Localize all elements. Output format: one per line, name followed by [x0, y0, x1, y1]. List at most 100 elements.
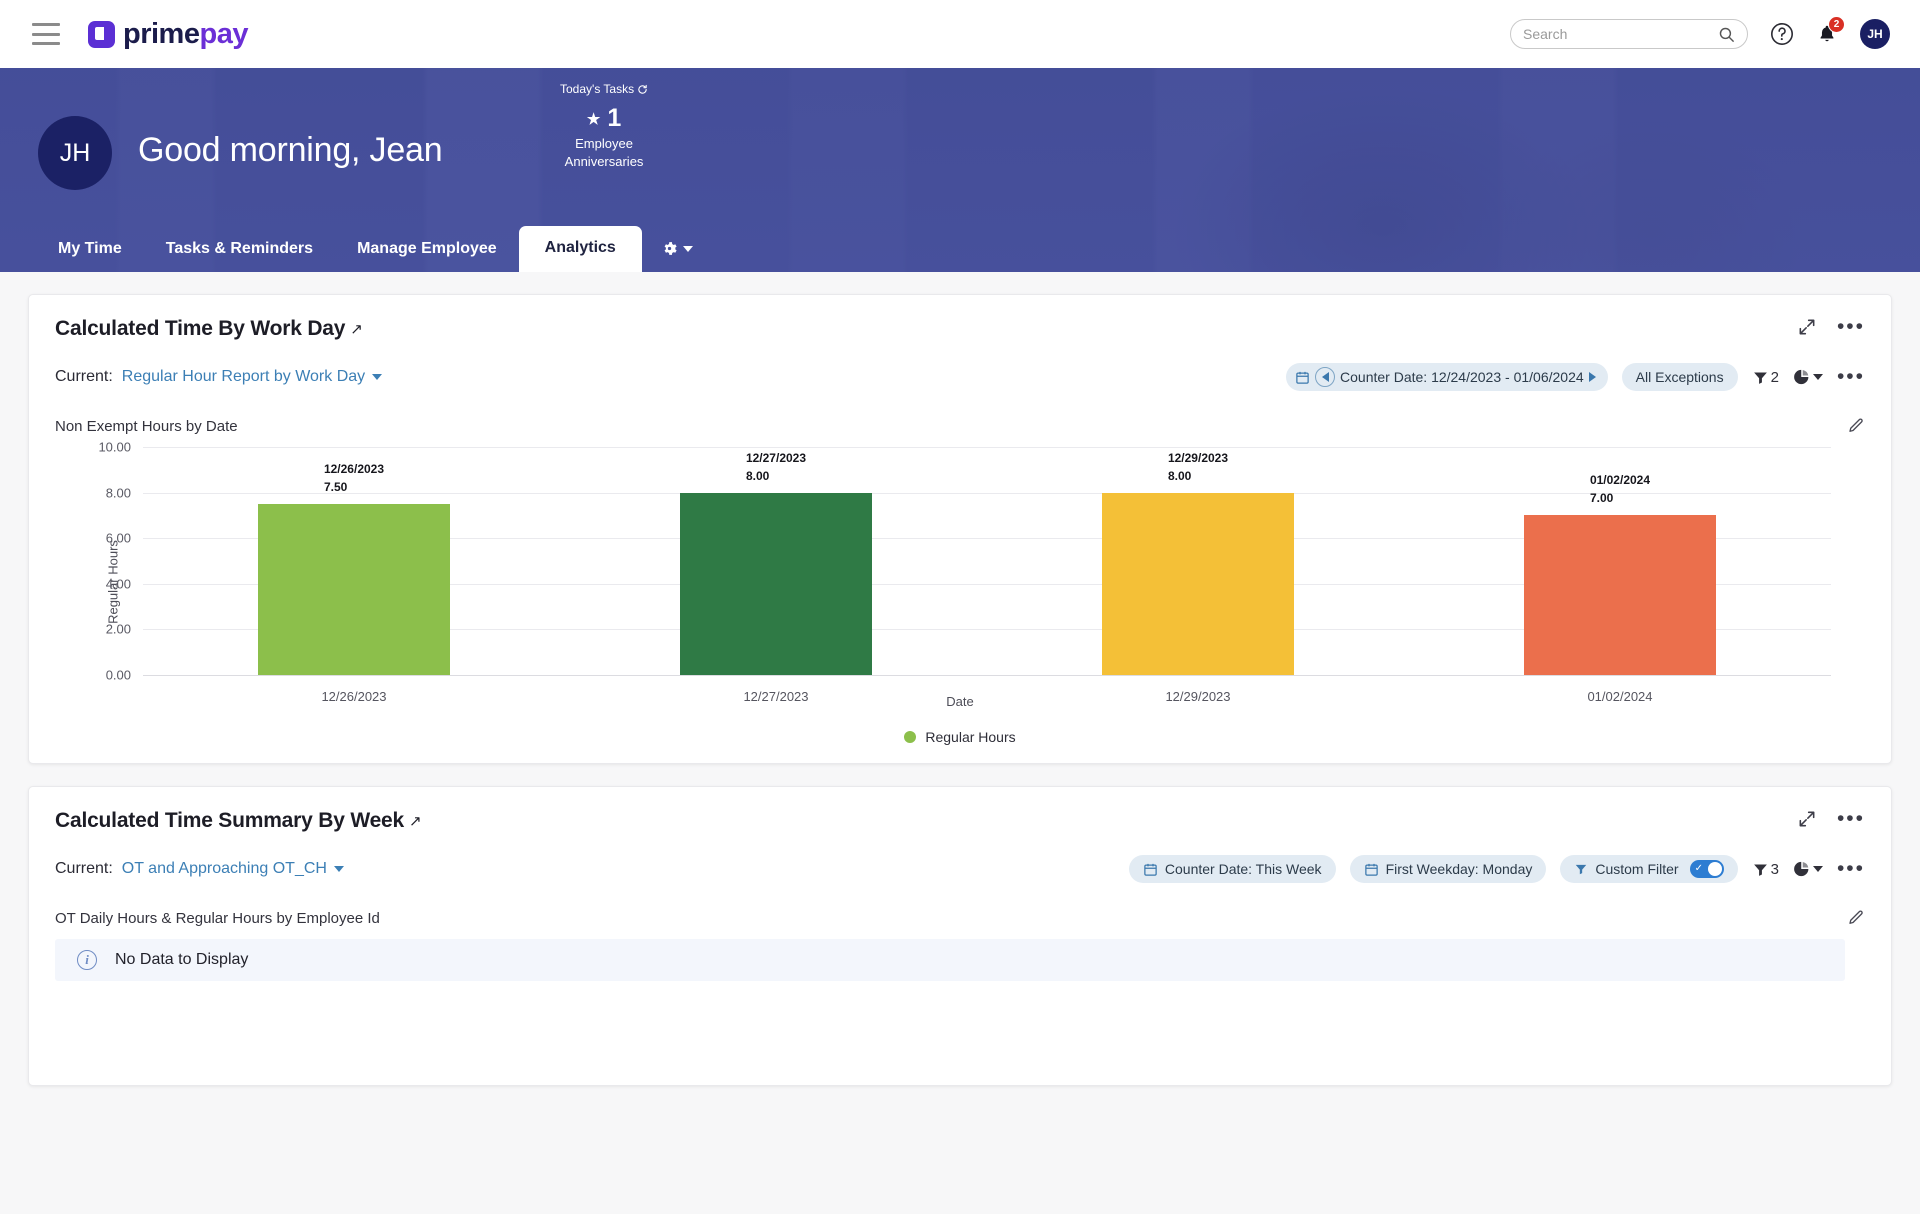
anniversaries-label: Employee Anniversaries: [560, 135, 648, 170]
help-icon[interactable]: [1770, 22, 1794, 46]
calendar-icon: [1364, 863, 1378, 876]
card2-header: Calculated Time Summary By Week ↗ •••: [55, 808, 1865, 833]
chart-legend: Regular Hours: [55, 729, 1865, 745]
edit-pencil-icon[interactable]: [1847, 909, 1865, 927]
card1-report-selector[interactable]: Regular Hour Report by Work Day: [121, 368, 383, 386]
tab-manage-employee[interactable]: Manage Employee: [335, 228, 519, 272]
card2-report-name: OT and Approaching OT_CH: [121, 860, 327, 877]
anniversaries-label-line1: Employee: [575, 136, 633, 151]
card2-chart-subtitle: OT Daily Hours & Regular Hours by Employ…: [55, 909, 380, 927]
card1-filter-count: 2: [1770, 368, 1779, 386]
info-icon: i: [77, 950, 97, 970]
calendar-icon: [1296, 371, 1309, 384]
chart-gridline: 0.00: [106, 668, 1831, 683]
filter-icon: [1753, 864, 1767, 876]
card2-custom-filter-chip[interactable]: Custom Filter ✓: [1560, 855, 1738, 883]
brand-secondary-text: pay: [199, 17, 248, 50]
gear-icon: [664, 242, 677, 255]
card1-report-name: Regular Hour Report by Work Day: [121, 368, 366, 385]
notification-badge: 2: [1828, 16, 1845, 33]
topbar-actions: 2 JH: [1510, 16, 1898, 49]
custom-filter-toggle[interactable]: ✓: [1689, 860, 1724, 878]
card1-toolbar-more-icon[interactable]: •••: [1837, 366, 1865, 387]
card1-current-label: Current:: [55, 368, 113, 385]
card1-all-exceptions-chip[interactable]: All Exceptions: [1621, 363, 1738, 391]
card1-chart-subtitle: Non Exempt Hours by Date: [55, 417, 238, 435]
todays-tasks-title: Today's Tasks: [560, 82, 648, 96]
chart-bar[interactable]: 12/29/2023 8.00 12/29/2023: [1101, 451, 1294, 704]
chart-y-tick-label: 10.00: [98, 439, 131, 455]
search-input[interactable]: [1523, 26, 1718, 42]
chevron-down-icon: [1812, 374, 1823, 380]
card1-chart-header: Non Exempt Hours by Date: [55, 417, 1865, 435]
card2-custom-filter-text: Custom Filter: [1595, 861, 1679, 877]
chevron-down-icon: [1812, 866, 1823, 872]
card2-current-label: Current:: [55, 860, 113, 877]
hamburger-menu-icon[interactable]: [32, 23, 60, 45]
chart-y-tick-label: 6.00: [105, 530, 131, 546]
chevron-down-icon: [372, 374, 383, 380]
expand-icon[interactable]: [1797, 809, 1817, 829]
tab-my-time[interactable]: My Time: [36, 228, 144, 272]
search-box[interactable]: [1510, 19, 1748, 49]
next-period-button[interactable]: [1588, 372, 1596, 382]
primepay-logo[interactable]: primepay: [88, 18, 248, 51]
primepay-wordmark: primepay: [123, 18, 248, 51]
card2-chart-type-button[interactable]: [1793, 860, 1823, 878]
chart-bar[interactable]: 01/02/2024 7.00 01/02/2024: [1523, 473, 1716, 704]
card2-title: Calculated Time Summary By Week ↗: [55, 809, 422, 833]
legend-color-swatch: [904, 731, 917, 743]
todays-tasks-widget[interactable]: Today's Tasks ★ 1 Employee Anniversaries: [560, 82, 648, 170]
card1-counter-date-chip[interactable]: Counter Date: 12/24/2023 - 01/06/2024: [1286, 363, 1608, 391]
no-data-banner: i No Data to Display: [55, 939, 1845, 981]
check-icon: ✓: [1694, 863, 1703, 874]
chart-plot-area: 0.00 2.00 4.00 6.00 8.00 10.00 12/26/2023 7.50 1…: [98, 440, 1831, 704]
non-exempt-hours-bar-chart: Regular Hours 0.00 2.00 4.00 6.00 8.00 10.00 1…: [55, 440, 1865, 717]
card1-filter-button[interactable]: 2: [1752, 369, 1779, 386]
tab-settings-menu[interactable]: [642, 227, 711, 272]
card2-chart-header: OT Daily Hours & Regular Hours by Employ…: [55, 909, 1865, 927]
edit-pencil-icon[interactable]: [1847, 417, 1865, 435]
card1-date-range-text: Counter Date: 12/24/2023 - 01/06/2024: [1340, 369, 1584, 385]
card1-subheader: Current: Regular Hour Report by Work Day…: [55, 363, 1865, 391]
top-navigation-bar: primepay 2 JH: [0, 0, 1920, 68]
chart-bar-value-label: 12/27/2023 8.00: [745, 450, 807, 483]
card1-filter-toolbar: Counter Date: 12/24/2023 - 01/06/2024 Al…: [1286, 363, 1865, 391]
card2-first-weekday-chip[interactable]: First Weekday: Monday: [1349, 855, 1547, 883]
anniversaries-count: 1: [607, 104, 622, 132]
hero-avatar: JH: [38, 116, 112, 190]
pie-chart-icon: [1794, 369, 1809, 385]
chevron-down-icon: [333, 866, 344, 872]
card2-counter-date-chip[interactable]: Counter Date: This Week: [1128, 855, 1336, 883]
chart-bar-value-label: 12/29/2023 8.00: [1167, 450, 1229, 483]
chart-gridline: 10.00: [98, 440, 1831, 455]
card2-more-options-icon[interactable]: •••: [1837, 808, 1865, 829]
expand-icon[interactable]: [1797, 317, 1817, 337]
card2-report-selector[interactable]: OT and Approaching OT_CH: [122, 860, 344, 878]
card1-more-options-icon[interactable]: •••: [1837, 316, 1865, 337]
card1-header: Calculated Time By Work Day ↗ •••: [55, 316, 1865, 341]
previous-period-button[interactable]: [1315, 367, 1336, 387]
search-icon: [1719, 27, 1735, 42]
card2-filter-button[interactable]: 3: [1752, 861, 1779, 878]
filter-icon: [1753, 372, 1767, 384]
chart-bar[interactable]: 12/27/2023 8.00 12/27/2023: [679, 451, 872, 704]
notifications-button[interactable]: 2: [1816, 16, 1845, 45]
chart-gridline: 8.00: [106, 485, 1831, 500]
card2-filter-count: 3: [1770, 860, 1779, 878]
user-avatar[interactable]: JH: [1860, 19, 1890, 49]
external-link-icon[interactable]: ↗: [350, 320, 363, 338]
chart-bar[interactable]: 12/26/2023 7.50 12/26/2023: [257, 462, 450, 704]
card1-header-actions: •••: [1797, 316, 1865, 337]
tab-analytics[interactable]: Analytics: [518, 226, 642, 272]
card2-counter-date-text: Counter Date: This Week: [1164, 861, 1322, 877]
external-link-icon[interactable]: ↗: [409, 812, 422, 830]
calculated-time-by-work-day-card: Calculated Time By Work Day ↗ ••• Curren…: [28, 294, 1892, 764]
greeting-text: Good morning, Jean: [138, 131, 443, 169]
refresh-icon[interactable]: [637, 84, 648, 95]
card2-toolbar-more-icon[interactable]: •••: [1837, 858, 1865, 879]
card1-chart-type-button[interactable]: [1793, 368, 1823, 386]
card2-header-actions: •••: [1797, 808, 1865, 829]
tab-tasks-reminders[interactable]: Tasks & Reminders: [144, 228, 335, 272]
chart-y-tick-label: 4.00: [105, 576, 131, 592]
